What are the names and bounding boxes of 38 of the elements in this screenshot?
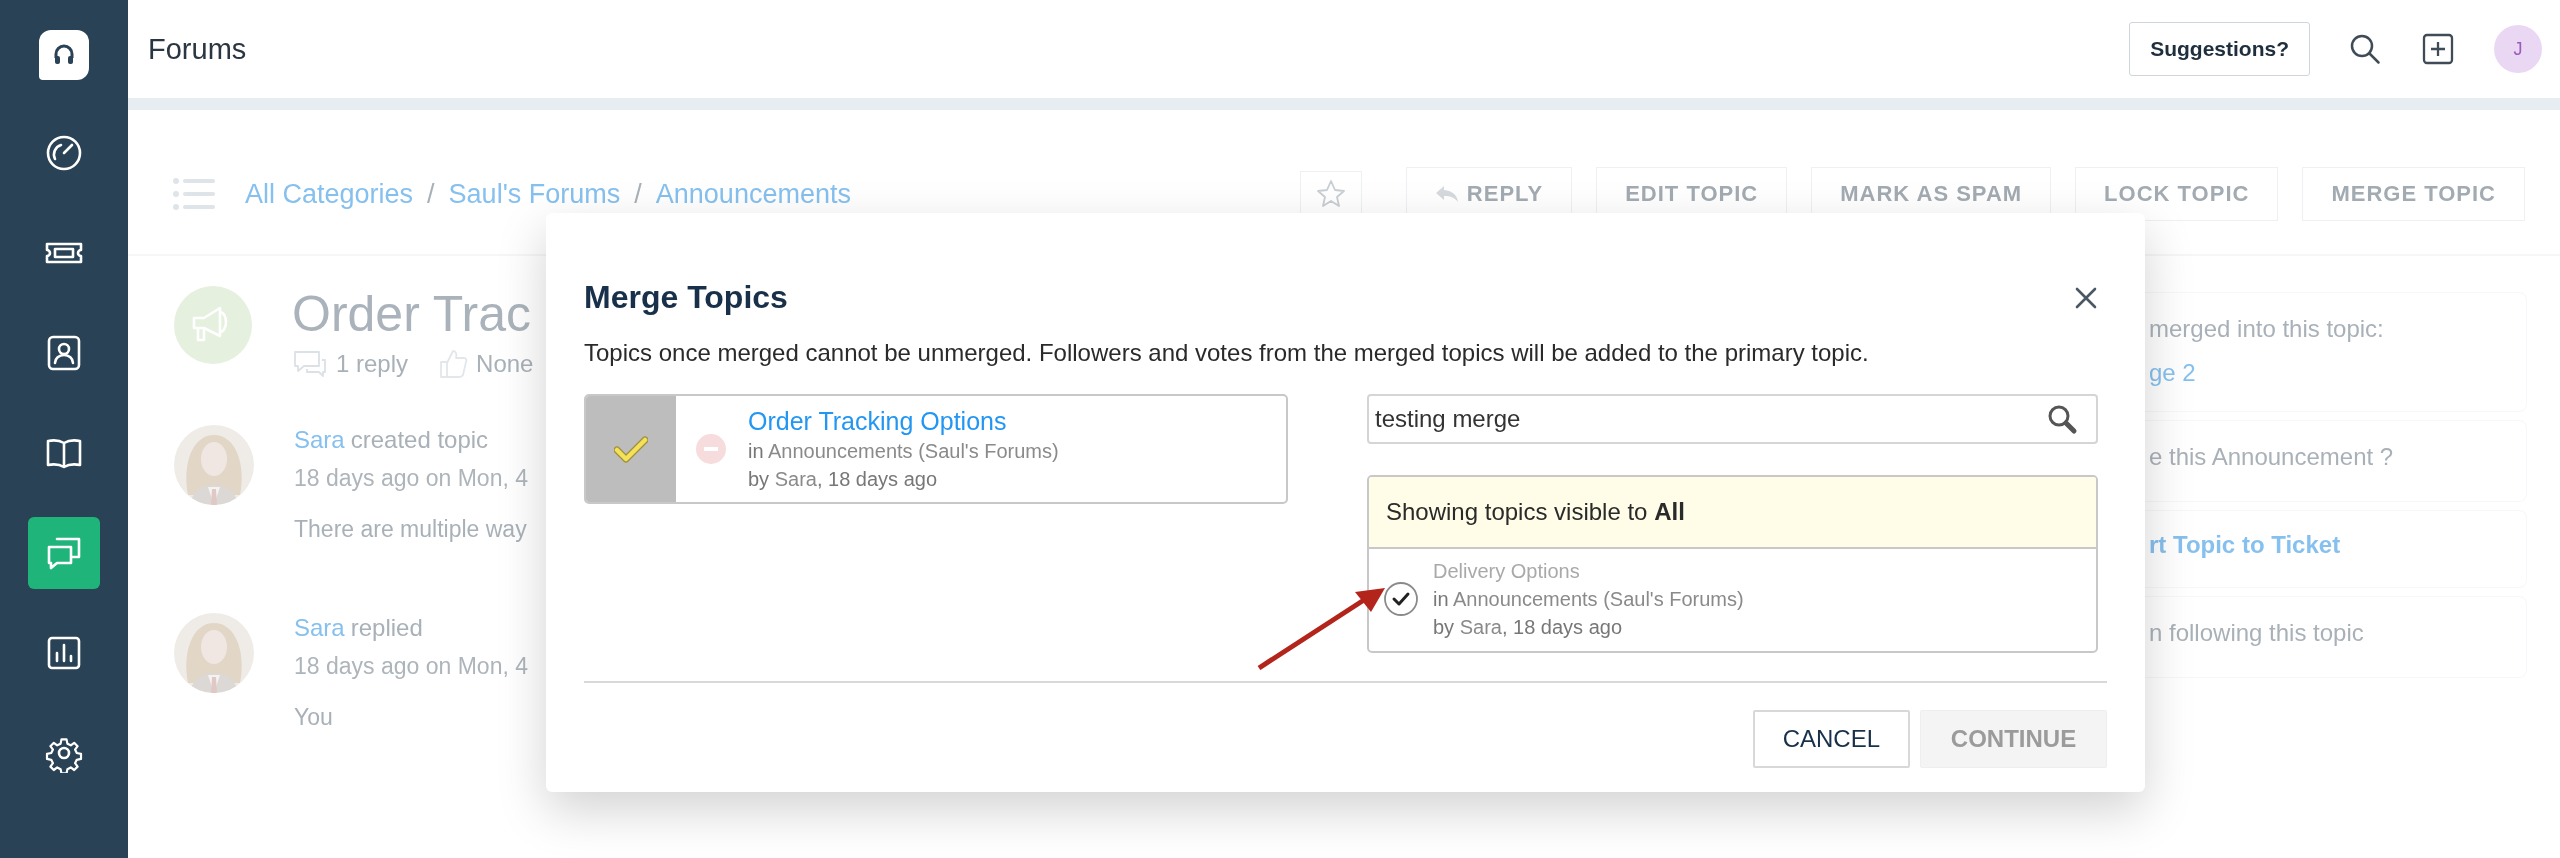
convert-link[interactable]: rt Topic to Ticket <box>2149 527 2526 563</box>
topic-byline: by Sara, 18 days ago <box>748 467 939 492</box>
post-date: 18 days ago on Mon, 4 <box>294 653 528 680</box>
visibility-notice: Showing topics visible to All <box>1369 477 2096 549</box>
author-link[interactable]: Sara <box>294 426 345 453</box>
post-action: created topic <box>350 426 489 453</box>
post-action: replied <box>350 614 423 641</box>
topic-location: in Announcements (Saul's Forums) <box>1433 587 1744 612</box>
side-text: n following this topic <box>2149 618 2365 648</box>
page-title: Forums <box>148 32 247 66</box>
side-text: e this Announcement ? <box>2149 442 2395 472</box>
topic-location: in Announcements (Saul's Forums) <box>748 439 1059 464</box>
topic-link[interactable]: ge 2 <box>2149 359 2526 387</box>
topic-title: Order Trac <box>292 286 532 342</box>
search-field[interactable]: testing merge <box>1367 394 2098 444</box>
cancel-button[interactable]: CANCEL <box>1752 710 1910 768</box>
result-item[interactable]: Delivery Options in Announcements (Saul's Forums) by Sara, 18 days ago <box>1369 549 2096 651</box>
post-body: There are multiple way <box>294 516 528 543</box>
breadcrumb-link[interactable]: Saul's Forums <box>448 178 621 210</box>
reply-count: 1 reply <box>336 350 409 378</box>
dialog-description: Topics once merged cannot be unmerged. Followers and votes from the merged topics will be added to the primary topic. <box>584 338 1870 368</box>
post-date: 18 days ago on Mon, 4 <box>294 465 528 492</box>
author-link[interactable]: Sara <box>294 614 345 641</box>
vote-count: None <box>476 350 534 378</box>
toolbar-button[interactable]: MERGE TOPIC <box>2302 167 2525 221</box>
breadcrumb-separator: / <box>634 178 642 210</box>
user-avatar[interactable]: J <box>2494 25 2542 73</box>
breadcrumb-link[interactable]: All Categories <box>245 178 414 210</box>
breadcrumb-link[interactable]: Announcements <box>655 178 851 210</box>
side-text: merged into this topic: <box>2149 314 2385 344</box>
dialog-title: Merge Topics <box>584 279 788 316</box>
toolbar-button[interactable]: LOCK TOPIC <box>2075 167 2279 221</box>
topic-title: Delivery Options <box>1433 559 1581 584</box>
topic-byline: by Sara, 18 days ago <box>1433 615 1624 640</box>
post-body: You <box>294 704 334 731</box>
topic-link[interactable]: Order Tracking Options <box>748 405 1059 437</box>
suggestions-button[interactable]: Suggestions? <box>2129 22 2310 76</box>
breadcrumb-separator: / <box>427 178 435 210</box>
